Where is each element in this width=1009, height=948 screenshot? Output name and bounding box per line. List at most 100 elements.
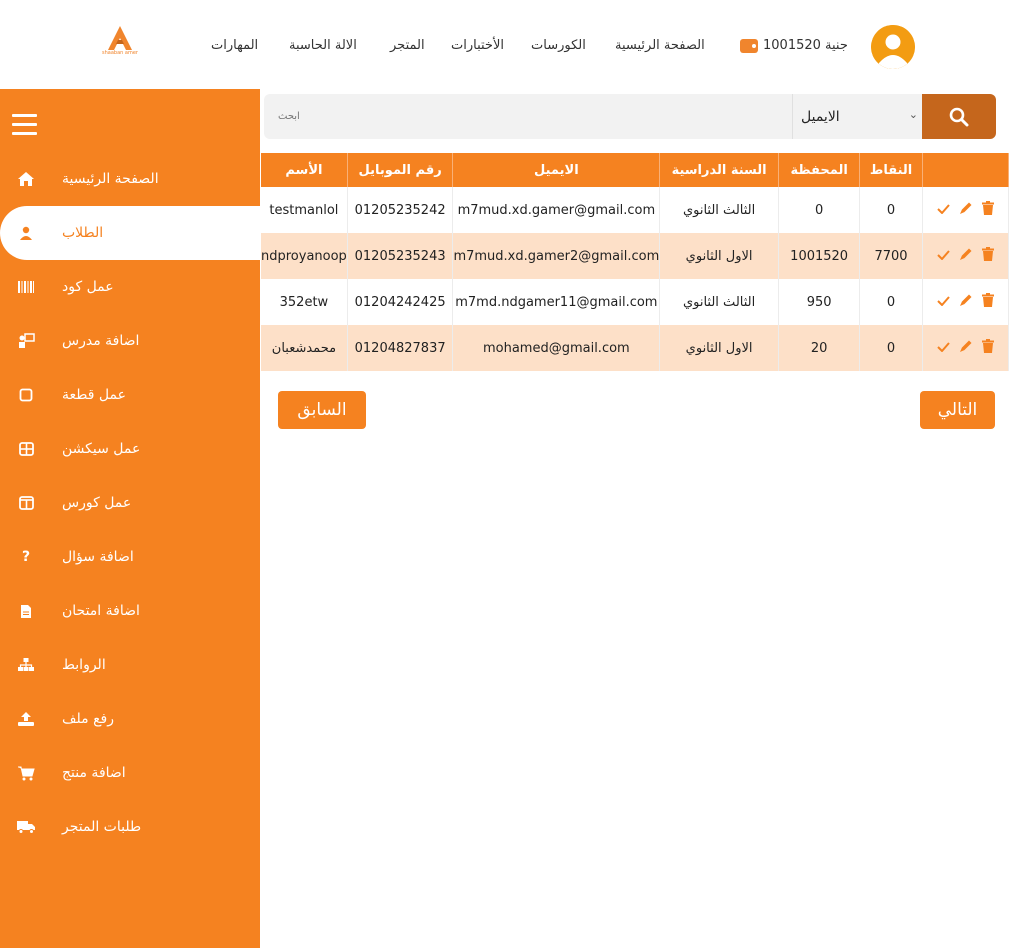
col-points[interactable]: النقاط bbox=[859, 153, 923, 187]
exam-icon bbox=[16, 601, 36, 621]
col-email[interactable]: الايميل bbox=[452, 153, 661, 187]
search-input[interactable] bbox=[264, 94, 792, 139]
columns-icon bbox=[16, 493, 36, 513]
sidebar-item-make-piece[interactable]: عمل قطعة bbox=[0, 368, 260, 422]
cell-wallet: 20 bbox=[778, 325, 861, 371]
sidebar-item-add-question[interactable]: ? اضافة سؤال bbox=[0, 530, 260, 584]
avatar[interactable] bbox=[871, 25, 915, 69]
sidebar-item-make-code[interactable]: عمل كود bbox=[0, 260, 260, 314]
trash-icon[interactable] bbox=[981, 293, 994, 311]
col-wallet[interactable]: المحفظة bbox=[778, 153, 861, 187]
cell-name: ndproyanoop bbox=[261, 233, 348, 279]
square-icon bbox=[16, 385, 36, 405]
check-icon[interactable] bbox=[937, 341, 950, 356]
sidebar-item-label: الصفحة الرئيسية bbox=[62, 171, 159, 187]
teacher-icon bbox=[16, 331, 36, 351]
search-button[interactable] bbox=[922, 94, 996, 139]
cell-email: mohamed@gmail.com bbox=[452, 325, 661, 371]
sidebar-item-add-product[interactable]: اضافة منتج bbox=[0, 746, 260, 800]
cell-points: 0 bbox=[859, 187, 923, 233]
next-button[interactable]: التالي bbox=[920, 391, 995, 429]
trash-icon[interactable] bbox=[981, 339, 994, 357]
table-row: testmanlol 01205235242 m7mud.xd.gamer@gm… bbox=[261, 187, 1009, 233]
cell-wallet: 950 bbox=[778, 279, 861, 325]
cell-actions bbox=[922, 325, 1009, 371]
col-actions bbox=[922, 153, 1009, 187]
students-table: الأسم رقم الموبايل الايميل السنة الدراسي… bbox=[261, 153, 1009, 371]
top-header: shaaban amer المهارات الالة الحاسبة المت… bbox=[0, 0, 1009, 89]
sidebar: الصفحة الرئيسية الطلاب عمل كود اضافة مدر… bbox=[0, 89, 260, 948]
cell-mobile: 01204242425 bbox=[347, 279, 454, 325]
sidebar-item-label: عمل كورس bbox=[62, 495, 132, 511]
nav-calculator[interactable]: الالة الحاسبة bbox=[289, 38, 357, 53]
cell-year: الاول الثانوي bbox=[659, 325, 779, 371]
check-icon[interactable] bbox=[937, 203, 950, 218]
cell-mobile: 01204827837 bbox=[347, 325, 454, 371]
sidebar-item-label: اضافة منتج bbox=[62, 765, 126, 781]
cell-points: 7700 bbox=[859, 233, 923, 279]
cart-icon bbox=[16, 763, 36, 783]
sidebar-item-make-course[interactable]: عمل كورس bbox=[0, 476, 260, 530]
cell-actions bbox=[922, 279, 1009, 325]
wallet-icon bbox=[740, 38, 758, 53]
sidebar-item-home[interactable]: الصفحة الرئيسية bbox=[0, 152, 260, 206]
sidebar-item-students[interactable]: الطلاب bbox=[0, 206, 260, 260]
table-header-row: الأسم رقم الموبايل الايميل السنة الدراسي… bbox=[261, 153, 1009, 187]
sidebar-item-links[interactable]: الروابط bbox=[0, 638, 260, 692]
edit-icon[interactable] bbox=[959, 293, 973, 311]
cell-email: m7md.ndgamer11@gmail.com bbox=[452, 279, 661, 325]
search-filter-value: الايميل bbox=[801, 108, 840, 125]
sidebar-item-label: رفع ملف bbox=[62, 711, 114, 727]
cell-mobile: 01205235242 bbox=[347, 187, 454, 233]
sidebar-item-label: عمل كود bbox=[62, 279, 114, 295]
nav-skills[interactable]: المهارات bbox=[211, 38, 258, 53]
search-icon bbox=[949, 107, 969, 126]
sidebar-item-label: عمل قطعة bbox=[62, 387, 126, 403]
sidebar-item-label: اضافة مدرس bbox=[62, 333, 140, 349]
chevron-down-icon: ⌄ bbox=[908, 108, 918, 121]
edit-icon[interactable] bbox=[959, 201, 973, 219]
truck-icon bbox=[16, 817, 36, 837]
cell-points: 0 bbox=[859, 325, 923, 371]
sidebar-item-make-section[interactable]: عمل سيكشن bbox=[0, 422, 260, 476]
col-year[interactable]: السنة الدراسية bbox=[659, 153, 779, 187]
edit-icon[interactable] bbox=[959, 247, 973, 265]
table-row: محمدشعبان 01204827837 mohamed@gmail.com … bbox=[261, 325, 1009, 371]
sidebar-item-label: الروابط bbox=[62, 657, 106, 673]
wallet-balance[interactable]: جنية 1001520 bbox=[740, 38, 848, 53]
sidebar-item-store-orders[interactable]: طلبات المتجر bbox=[0, 800, 260, 854]
wallet-label: جنية 1001520 bbox=[763, 38, 848, 53]
search-bar: الايميل ⌄ bbox=[264, 94, 996, 139]
cell-mobile: 01205235243 bbox=[347, 233, 454, 279]
prev-button[interactable]: السابق bbox=[278, 391, 366, 429]
table-row: ndproyanoop 01205235243 m7mud.xd.gamer2@… bbox=[261, 233, 1009, 279]
cell-actions bbox=[922, 187, 1009, 233]
cell-wallet: 1001520 bbox=[778, 233, 861, 279]
search-filter-select[interactable]: الايميل ⌄ bbox=[792, 94, 922, 139]
upload-icon bbox=[16, 709, 36, 729]
sidebar-item-add-exam[interactable]: اضافة امتحان bbox=[0, 584, 260, 638]
col-name[interactable]: الأسم bbox=[261, 153, 348, 187]
sidebar-item-add-teacher[interactable]: اضافة مدرس bbox=[0, 314, 260, 368]
nav-exams[interactable]: الأختبارات bbox=[451, 38, 504, 53]
cell-email: m7mud.xd.gamer@gmail.com bbox=[452, 187, 661, 233]
grid-icon bbox=[16, 439, 36, 459]
cell-name: 352etw bbox=[261, 279, 348, 325]
cell-email: m7mud.xd.gamer2@gmail.com bbox=[452, 233, 661, 279]
barcode-icon bbox=[16, 277, 36, 297]
trash-icon[interactable] bbox=[981, 247, 994, 265]
cell-year: الثالث الثانوي bbox=[659, 279, 779, 325]
nav-home[interactable]: الصفحة الرئيسية bbox=[615, 38, 705, 53]
sidebar-item-upload-file[interactable]: رفع ملف bbox=[0, 692, 260, 746]
col-mobile[interactable]: رقم الموبايل bbox=[347, 153, 454, 187]
nav-courses[interactable]: الكورسات bbox=[531, 38, 586, 53]
cell-name: محمدشعبان bbox=[261, 325, 348, 371]
nav-store[interactable]: المتجر bbox=[390, 38, 425, 53]
edit-icon[interactable] bbox=[959, 339, 973, 357]
trash-icon[interactable] bbox=[981, 201, 994, 219]
cell-points: 0 bbox=[859, 279, 923, 325]
check-icon[interactable] bbox=[937, 295, 950, 310]
cell-actions bbox=[922, 233, 1009, 279]
check-icon[interactable] bbox=[937, 249, 950, 264]
menu-icon[interactable] bbox=[12, 114, 37, 136]
